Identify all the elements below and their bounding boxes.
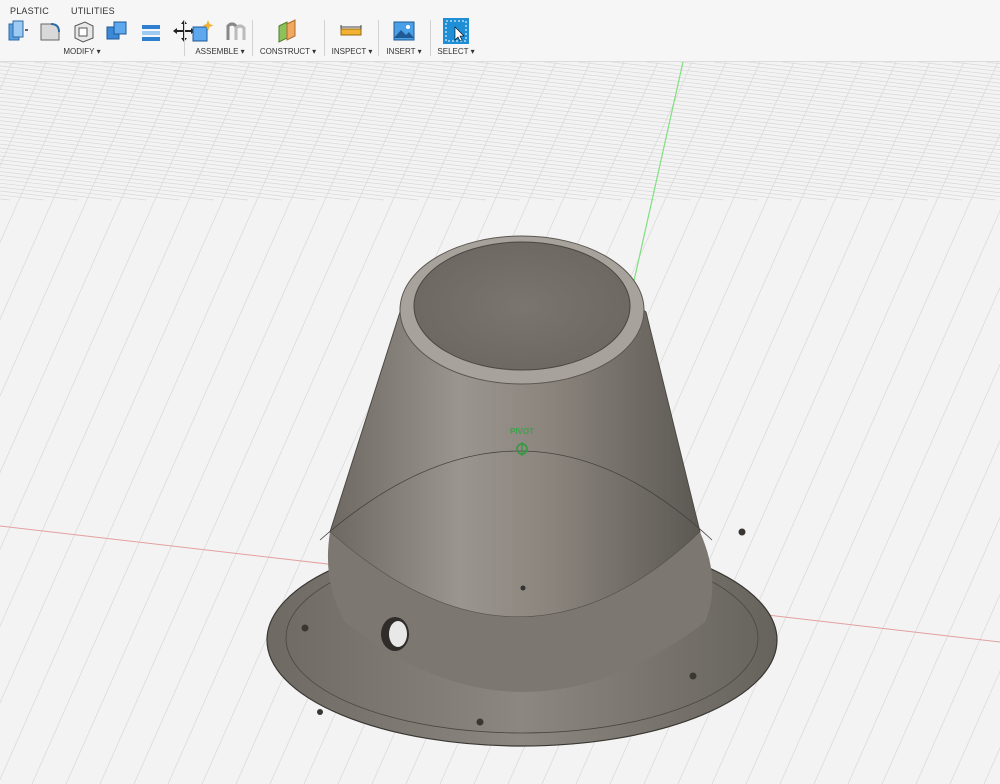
modify-group: MODIFY ▾	[4, 18, 196, 60]
stack-icon[interactable]	[138, 18, 164, 44]
select-icon[interactable]	[443, 18, 469, 44]
assemble-label[interactable]: ASSEMBLE ▾	[190, 47, 250, 56]
insert-label[interactable]: INSERT ▾	[384, 47, 424, 56]
new-component-icon[interactable]	[190, 18, 216, 44]
side-hole-inner	[389, 621, 407, 647]
offset-plane-icon[interactable]	[274, 18, 300, 44]
measure-icon[interactable]	[338, 18, 364, 44]
separator	[184, 20, 185, 56]
separator	[324, 20, 325, 56]
separator	[378, 20, 379, 56]
tab-utilities[interactable]: UTILITIES	[71, 6, 115, 16]
center-point	[520, 585, 526, 591]
insert-image-icon[interactable]	[391, 18, 417, 44]
select-group: SELECT ▾	[436, 18, 476, 60]
modify-label[interactable]: MODIFY ▾	[0, 47, 170, 56]
pivot-label: PIVOT	[510, 427, 535, 436]
press-pull-icon[interactable]	[4, 18, 30, 44]
shell-icon[interactable]	[71, 18, 97, 44]
3d-viewport[interactable]: PIVOT	[0, 62, 1000, 784]
separator	[430, 20, 431, 56]
construct-label[interactable]: CONSTRUCT ▾	[258, 47, 318, 56]
assemble-group: ASSEMBLE ▾	[190, 18, 250, 60]
inspect-label[interactable]: INSPECT ▾	[330, 47, 374, 56]
combine-icon[interactable]	[104, 18, 130, 44]
separator	[252, 20, 253, 56]
inspect-group: INSPECT ▾	[330, 18, 374, 60]
construct-group: CONSTRUCT ▾	[258, 18, 318, 60]
joint-icon[interactable]	[223, 18, 249, 44]
scene-canvas[interactable]	[0, 62, 1000, 784]
select-label[interactable]: SELECT ▾	[436, 47, 476, 56]
toolbar: PLASTIC UTILITIES MODIFY ▾ ASSEMBLE ▾ CO…	[0, 0, 1000, 62]
tab-plastic[interactable]: PLASTIC	[10, 6, 49, 16]
y-axis-line	[626, 62, 684, 313]
insert-group: INSERT ▾	[384, 18, 424, 60]
fillet-icon[interactable]	[37, 18, 63, 44]
top-face[interactable]	[413, 241, 631, 371]
